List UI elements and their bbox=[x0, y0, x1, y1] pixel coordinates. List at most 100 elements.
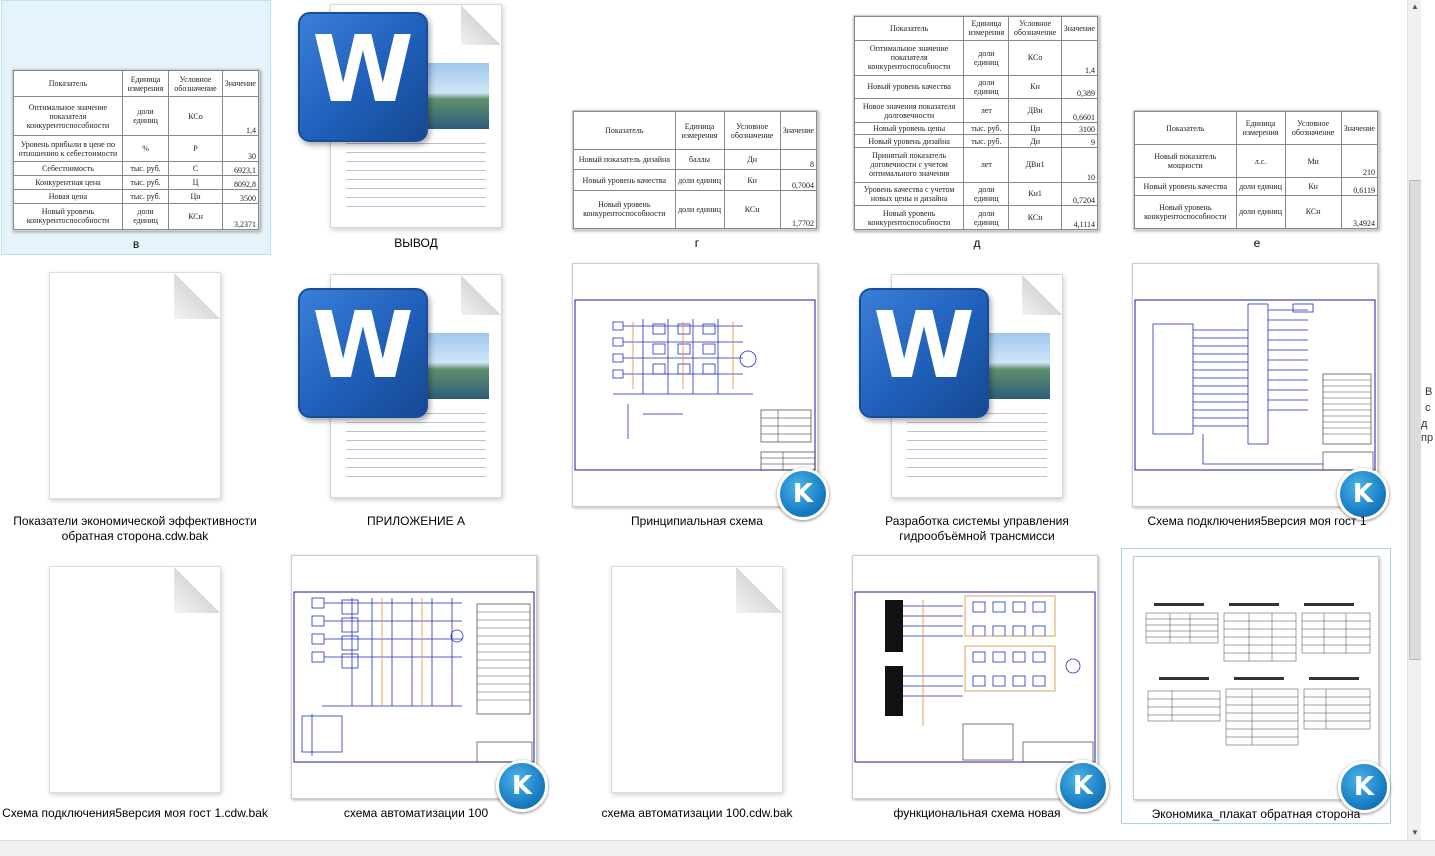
scroll-down-arrow-icon[interactable]: ▼ bbox=[1408, 826, 1422, 840]
table-cell: КСн bbox=[723, 189, 781, 230]
table-cell: 1,7702 bbox=[779, 189, 818, 230]
table-cell: Цн bbox=[168, 188, 223, 204]
kompas-badge-icon: K bbox=[496, 760, 548, 812]
table-cell: 1,4 bbox=[1060, 39, 1099, 76]
table-header-cell: Значение bbox=[779, 110, 818, 151]
table-cell: 0,389 bbox=[1060, 74, 1099, 100]
table-cell: Оптимальное значение показателя конкурен… bbox=[13, 96, 123, 136]
table-cell: доли единиц bbox=[963, 74, 1010, 100]
table-cell: Уровень прибыли в цене по отношению к се… bbox=[13, 134, 123, 163]
table-cell: баллы bbox=[674, 149, 725, 171]
file-tile[interactable]: K схема автоматизации 100 bbox=[282, 550, 550, 840]
file-tile[interactable]: W ВЫВОД bbox=[282, 0, 550, 253]
file-tile[interactable]: K функциональная схема новая bbox=[843, 550, 1111, 840]
word-icon: W bbox=[859, 288, 989, 418]
kompas-badge-icon: K bbox=[1057, 760, 1109, 812]
table-header-cell: Условное обозначение bbox=[723, 110, 781, 151]
table-cell: 4,1114 bbox=[1060, 205, 1099, 230]
table-cell: Новый уровень качества bbox=[1134, 177, 1237, 196]
table-row: Новый уровень дизайна тыс. руб. Дн 9 bbox=[853, 134, 1099, 148]
table-thumbnail: Показатель Единица измерения Условное обоз… bbox=[853, 15, 1099, 231]
table-cell: Новый уровень конкурентоспособности bbox=[573, 189, 676, 230]
table-cell: лет bbox=[963, 98, 1010, 123]
table-cell: КСо bbox=[1008, 39, 1062, 76]
table-cell: 3,4924 bbox=[1340, 194, 1379, 230]
scroll-up-arrow-icon[interactable]: ▲ bbox=[1408, 0, 1422, 14]
file-tile[interactable]: W Разработка системы управления гидрообъ… bbox=[843, 258, 1111, 548]
file-tile[interactable]: K Принципиальная схема bbox=[563, 258, 831, 548]
table-cell: доли единиц bbox=[674, 189, 725, 230]
table-cell: С bbox=[168, 161, 223, 177]
table-cell: 3,2371 bbox=[221, 202, 260, 231]
table-cell: Дн bbox=[723, 149, 781, 171]
blank-document-icon bbox=[49, 566, 221, 793]
table-row: Новый уровень конкурентоспособности доли … bbox=[573, 189, 818, 230]
file-label: ПРИЛОЖЕНИЕ А bbox=[367, 514, 465, 528]
table-header-cell: Единица измерения bbox=[674, 110, 725, 151]
table-cell: 8092,8 bbox=[221, 175, 260, 190]
table-row: Новый уровень качества доли единиц Кн 0,389 bbox=[853, 74, 1099, 100]
preview-text: В bbox=[1425, 386, 1433, 398]
table-cell: ДВн bbox=[1008, 98, 1062, 123]
cad-drawing-thumbnail bbox=[1132, 263, 1378, 507]
file-tile[interactable]: Показатель Единица измерения Условное обоз… bbox=[1, 0, 271, 255]
table-cell: 3500 bbox=[221, 188, 260, 204]
table-cell: 30 bbox=[221, 134, 260, 163]
table-row: Уровень качества с учетом новых цены и д… bbox=[853, 181, 1099, 207]
preview-pane-edge: В с д пр bbox=[1421, 0, 1435, 840]
table-cell: 9 bbox=[1060, 134, 1099, 148]
file-tile[interactable]: Схема подключения5версия моя гост 1.cdw.… bbox=[1, 550, 269, 840]
file-tile[interactable]: K Схема подключения5версия моя гост 1 bbox=[1123, 258, 1391, 548]
table-row: Новый уровень конкурентоспособности доли … bbox=[853, 205, 1099, 230]
vertical-scrollbar[interactable]: ▲ ▼ bbox=[1407, 0, 1422, 840]
table-cell: ДВн1 bbox=[1008, 146, 1062, 183]
table-cell: Новый уровень цены bbox=[853, 121, 965, 136]
table-header-cell: Показатель bbox=[13, 69, 123, 98]
table-cell: Кн bbox=[1008, 74, 1062, 100]
table-cell: доли единиц bbox=[121, 96, 170, 136]
file-tile[interactable]: K Экономика_плакат обратная сторона bbox=[1121, 548, 1391, 824]
file-tile[interactable]: Показатель Единица измерения Условное обоз… bbox=[843, 0, 1111, 253]
table-row: Новый показатель мощности л.с. Мн 210 bbox=[1134, 144, 1379, 179]
table-cell: Себестоимость bbox=[13, 161, 123, 177]
table-cell: доли единиц bbox=[674, 169, 725, 191]
table-header-cell: Условное обозначение bbox=[1284, 110, 1342, 146]
table-cell: тыс. руб. bbox=[121, 188, 170, 204]
file-label: е bbox=[1253, 236, 1261, 250]
file-tile[interactable]: Показатели экономической эффективности о… bbox=[1, 258, 269, 548]
table-cell: Принятый показатель договечности с учето… bbox=[853, 146, 965, 183]
table-thumbnail: Показатель Единица измерения Условное обоз… bbox=[572, 110, 818, 230]
table-row: Новая цена тыс. руб. Цн 3500 bbox=[13, 188, 260, 204]
file-label: Показатели экономической эффективности о… bbox=[13, 514, 257, 543]
table-cell: тыс. руб. bbox=[121, 175, 170, 190]
file-label: ВЫВОД bbox=[394, 236, 438, 250]
table-cell: Кн1 bbox=[1008, 181, 1062, 207]
table-cell: Кн bbox=[723, 169, 781, 191]
blank-document-icon bbox=[611, 566, 783, 793]
cad-drawing-thumbnail bbox=[572, 263, 818, 507]
table-row: Себестоимость тыс. руб. С 6923,1 bbox=[13, 161, 260, 177]
status-bar bbox=[0, 840, 1435, 856]
table-cell: Новая цена bbox=[13, 188, 123, 204]
kompas-badge-icon: K bbox=[777, 468, 829, 520]
file-tile[interactable]: W ПРИЛОЖЕНИЕ А bbox=[282, 258, 550, 548]
table-cell: тыс. руб. bbox=[963, 134, 1010, 148]
table-row: Новый уровень качества доли единиц Кн 0,611… bbox=[1134, 177, 1379, 196]
table-cell: КСн bbox=[1284, 194, 1342, 230]
file-label: д bbox=[973, 236, 981, 250]
table-thumbnail: Показатель Единица измерения Условное обоз… bbox=[12, 69, 260, 231]
table-cell: Цн bbox=[1008, 121, 1062, 136]
table-header-cell: Условное обозначение bbox=[168, 69, 223, 98]
table-cell: 6923,1 bbox=[221, 161, 260, 177]
table-cell: 10 bbox=[1060, 146, 1099, 183]
table-cell: Новый показатель мощности bbox=[1134, 144, 1237, 179]
table-cell: Новый уровень качества bbox=[573, 169, 676, 191]
file-tile[interactable]: Показатель Единица измерения Условное обоз… bbox=[563, 0, 831, 253]
table-cell: Новый уровень конкурентоспособности bbox=[1134, 194, 1237, 230]
file-label: Экономика_плакат обратная сторона bbox=[1151, 807, 1361, 821]
file-label: в bbox=[132, 237, 140, 251]
file-tile[interactable]: Показатель Единица измерения Условное обоз… bbox=[1123, 0, 1391, 253]
blank-document-icon bbox=[49, 272, 221, 499]
table-cell: 3100 bbox=[1060, 121, 1099, 136]
file-tile[interactable]: схема автоматизации 100.cdw.bak bbox=[563, 550, 831, 840]
